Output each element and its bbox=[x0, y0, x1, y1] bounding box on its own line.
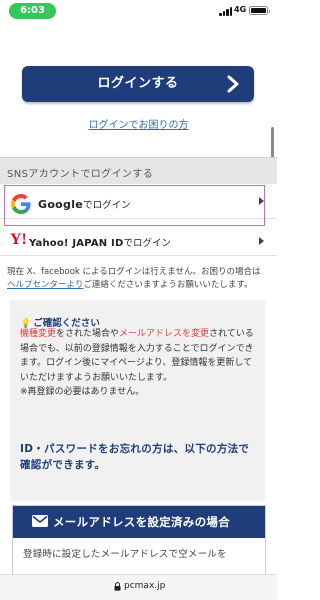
yahoo-login-label: Yahoo! JAPAN IDでログイン bbox=[29, 235, 171, 249]
yahoo-login-button[interactable]: Y! Yahoo! JAPAN IDでログイン bbox=[0, 226, 277, 256]
confirm-text-1: をされた場合や bbox=[56, 329, 120, 339]
envelope-icon bbox=[32, 515, 48, 527]
network-label: 4G bbox=[234, 5, 247, 14]
status-bar: 6:03 4G bbox=[0, 0, 277, 22]
highlight-model-change: 機種変更 bbox=[20, 329, 57, 339]
sns-section-title: SNSアカウントでログインする bbox=[7, 169, 154, 180]
notice-text-1: 現在 X、facebook によるログインは行えません。お困りの場合は bbox=[7, 267, 261, 277]
help-center-link[interactable]: ヘルプセンターより bbox=[7, 280, 83, 290]
selection-highlight bbox=[4, 185, 265, 226]
yahoo-brand-text: Yahoo! JAPAN ID bbox=[29, 238, 124, 249]
google-login-button[interactable]: Googleでログイン bbox=[0, 184, 277, 226]
login-button-label: ログインする bbox=[97, 76, 179, 91]
confirm-box: 💡 ご確認ください 機種変更をされた場合やメールアドレスを変更されている場合でも、… bbox=[10, 300, 265, 501]
login-button[interactable]: ログインする bbox=[22, 66, 254, 102]
chevron-right-icon bbox=[227, 75, 239, 93]
signal-icon bbox=[219, 7, 233, 16]
url-text: pcmax.jp bbox=[124, 581, 166, 591]
yahoo-suffix-text: でログイン bbox=[123, 238, 171, 249]
confirm-note: ※再登録の必要はありません。 bbox=[20, 387, 145, 397]
email-section-title: メールアドレスを設定済みの場合 bbox=[53, 515, 230, 529]
browser-url-bar[interactable]: pcmax.jp bbox=[0, 574, 277, 600]
email-section-body: 登録時に設定したメールアドレスで空メールを bbox=[23, 549, 227, 560]
battery-icon bbox=[249, 6, 270, 15]
confirm-body: 機種変更をされた場合やメールアドレスを変更されている場合でも、以前の登録情報を入… bbox=[20, 327, 260, 400]
status-time: 6:03 bbox=[9, 3, 56, 19]
lock-icon bbox=[114, 582, 121, 591]
sns-section-header: SNSアカウントでログインする bbox=[0, 157, 277, 184]
sns-notice-text: 現在 X、facebook によるログインは行えません。お困りの場合はヘルプセン… bbox=[7, 266, 269, 292]
highlight-email-change: メールアドレスを変更 bbox=[119, 329, 210, 339]
caret-right-icon bbox=[259, 237, 264, 245]
forgot-id-password-text: ID・パスワードをお忘れの方は、以下の方法で確認ができます。 bbox=[20, 443, 250, 471]
email-section-header[interactable]: メールアドレスを設定済みの場合 bbox=[13, 506, 265, 538]
login-trouble-link[interactable]: ログインでお困りの方 bbox=[0, 116, 277, 131]
yahoo-logo-icon: Y! bbox=[10, 231, 27, 248]
notice-text-2: ご連絡くださいますようお願いいたします。 bbox=[83, 280, 253, 290]
